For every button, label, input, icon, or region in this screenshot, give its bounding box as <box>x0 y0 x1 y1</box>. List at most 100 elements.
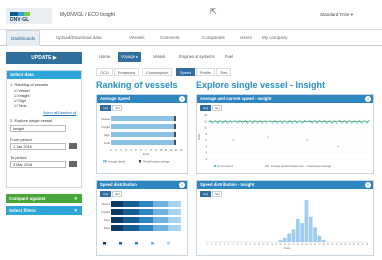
average-current-speed-title-text: Average and current speed - Insight <box>200 96 272 101</box>
current-speed-point <box>315 122 318 124</box>
legend-swatch <box>167 242 170 245</box>
subtab-vessel[interactable]: Vessel <box>150 52 168 62</box>
update-button[interactable]: UPDATE ▶ <box>6 52 82 64</box>
x-tick-label: 13 <box>258 244 261 246</box>
x-tick-label: 28 <box>323 244 326 246</box>
tab-companies[interactable]: Companies <box>198 30 229 46</box>
x-tick-label: 10 <box>245 244 248 246</box>
ranking-checkbox-tank[interactable]: Tank <box>14 103 26 108</box>
from-period-input[interactable]: 1 Jan 2016 <box>10 143 66 150</box>
legend-reported-average: Average speed between fixes — Fleet/proj… <box>271 165 332 168</box>
ranking-heading: Ranking of vessels <box>96 80 178 90</box>
current-speed-point <box>236 122 238 124</box>
tab-users[interactable]: Users <box>236 30 256 46</box>
current-speed-point <box>356 122 358 124</box>
x-tick-label: 34 <box>348 244 351 246</box>
distribution-segment <box>168 217 181 223</box>
x-tick-label: 33 <box>344 244 347 246</box>
current-speed-point <box>291 122 293 124</box>
current-speed-point <box>256 122 259 124</box>
current-speed-point <box>217 122 220 124</box>
mini-tab-avg[interactable]: Avg <box>200 191 212 197</box>
legend-fleet-average: Fleet/all project average <box>143 161 170 164</box>
subtab2-consumption[interactable]: Consumption <box>142 68 173 76</box>
x-tick-label: 7 <box>145 149 147 152</box>
distribution-segment <box>123 217 139 223</box>
speed-distribution-insight-chart: 1 2 3 4 5 6 7 8 9 10 11 12 13 14 15 16 17 18 19 20 21 22 23 24 2… <box>205 200 369 250</box>
subtab-engines-systems[interactable]: Engines & systems <box>176 52 218 62</box>
calendar-icon[interactable] <box>69 161 77 167</box>
legend-swatch <box>119 242 122 245</box>
mini-tab-sel[interactable]: Sel <box>212 191 223 197</box>
select-all-link[interactable]: Select all/Deselect all <box>43 111 76 115</box>
histogram-bar <box>282 237 287 242</box>
current-speed-point <box>225 121 228 123</box>
subtab-voyage[interactable]: Voyage ▸ <box>118 52 142 62</box>
distribution-segment <box>139 209 153 215</box>
current-speed-point <box>365 122 367 124</box>
y-tick-label: 14 <box>204 114 207 117</box>
histogram-bar <box>295 218 300 242</box>
average-speed-bar <box>111 124 176 129</box>
subtab2-emissions[interactable]: Emissions <box>114 68 140 76</box>
current-speed-point <box>221 122 224 124</box>
subtab2-oco[interactable]: OCO <box>96 68 113 76</box>
info-icon[interactable]: i <box>365 182 371 188</box>
current-speed-point <box>272 121 275 123</box>
to-period-input[interactable]: 3 Mar 2016 <box>10 161 66 168</box>
mini-tab-avg[interactable]: Avg <box>100 105 112 111</box>
current-speed-point <box>340 121 342 123</box>
current-speed-point <box>336 122 338 124</box>
average-speed-bar <box>111 132 176 137</box>
subtab2-speed[interactable]: Speed <box>176 68 195 76</box>
calendar-icon[interactable] <box>69 143 77 149</box>
bar-category-label: Insight <box>101 125 110 129</box>
info-icon[interactable]: i <box>179 182 185 188</box>
distribution-segment <box>168 201 181 207</box>
speed-distribution-insight-title-text: Speed distribution - Insight <box>200 182 255 187</box>
tab-upload-download[interactable]: Upload/Download data <box>52 30 106 46</box>
x-tick-label: 32 <box>340 244 343 246</box>
explore-vessel-select[interactable]: Insight <box>10 125 66 132</box>
tab-comment[interactable]: Comment <box>156 30 184 46</box>
mini-tab-sel[interactable]: Sel <box>112 191 123 197</box>
x-tick-label: 22 <box>297 244 300 246</box>
x-tick-label: 5 <box>224 244 226 246</box>
x-tick-label: 20 <box>288 244 291 246</box>
main-tabs: Dashboards Upload/Download data Vessels … <box>0 30 382 46</box>
distribution-segment <box>139 225 153 231</box>
tab-vessels[interactable]: Vessels <box>125 30 149 46</box>
user-menu[interactable]: Standard Trine ▾ <box>320 12 353 18</box>
subtab2-trim[interactable]: Trim <box>216 68 232 76</box>
average-speed-bar <box>111 140 176 145</box>
distribution-segment <box>168 225 181 231</box>
subtab-fuel[interactable]: Fuel <box>222 52 236 62</box>
tab-my-company[interactable]: My company <box>258 30 292 46</box>
mini-tab-avg[interactable]: Avg <box>100 191 112 197</box>
subtab-home[interactable]: Home <box>96 52 113 62</box>
x-tick-label: 12 <box>254 244 257 246</box>
mini-tab-sel[interactable]: Sel <box>112 105 123 111</box>
current-speed-point <box>321 122 323 124</box>
avg-current-mini-tabs: Avg Sel <box>200 105 223 111</box>
current-speed-point <box>242 122 244 124</box>
subtab2-profile[interactable]: Profile <box>196 68 215 76</box>
tab-dashboards[interactable]: Dashboards <box>6 30 41 46</box>
y-tick-label: 2 <box>206 152 208 155</box>
chevron-down-icon: ▼ <box>73 208 78 213</box>
current-speed-point <box>367 121 369 124</box>
y-axis-label: Knots <box>198 133 201 140</box>
company-logo[interactable]: DNV·GL <box>6 8 52 24</box>
info-icon[interactable]: i <box>365 96 371 102</box>
chevron-down-icon: ▼ <box>73 196 78 201</box>
distribution-segment <box>123 201 139 207</box>
x-tick-label: 4 <box>220 244 222 246</box>
x-tick-label: 4 <box>130 149 132 152</box>
info-icon[interactable]: i <box>179 96 185 102</box>
select-filters-button[interactable]: Select filters ▼ <box>6 206 82 215</box>
current-speed-point <box>227 122 229 124</box>
current-speed-point <box>326 122 328 124</box>
compare-against-button[interactable]: Compare against ▼ <box>6 194 82 203</box>
y-tick-label: 4 <box>206 145 208 148</box>
current-speed-point <box>302 121 304 123</box>
